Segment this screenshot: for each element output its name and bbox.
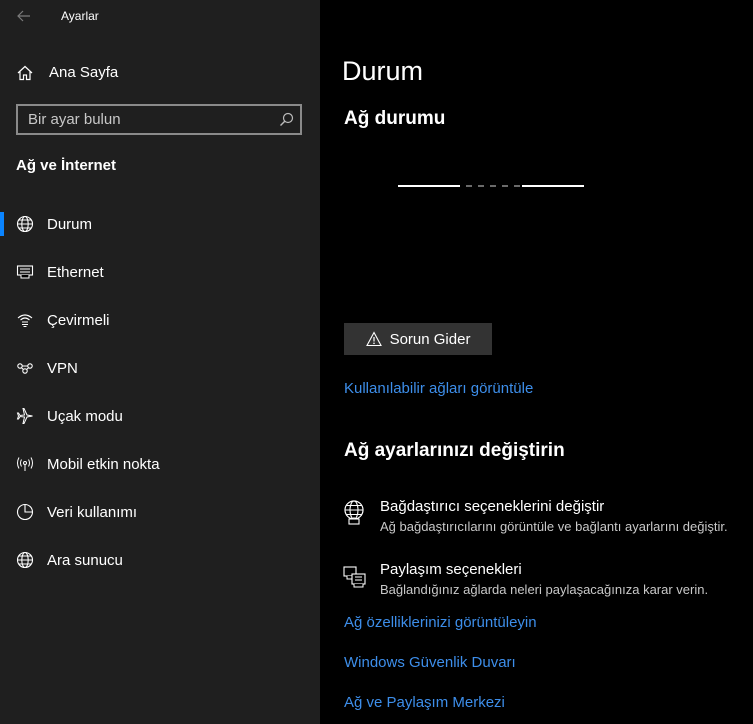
network-status-title: Ağ durumu — [344, 108, 446, 129]
sidebar-item-ara-sunucu[interactable]: Ara sunucu — [0, 536, 320, 584]
view-networks-link[interactable]: Kullanılabilir ağları görüntüle — [344, 380, 533, 397]
sidebar-item-label: VPN — [47, 360, 78, 377]
warning-icon — [365, 331, 382, 347]
network-sharing-center-link[interactable]: Ağ ve Paylaşım Merkezi — [344, 694, 505, 711]
sidebar-item-label: Durum — [47, 216, 93, 233]
adapter-options[interactable]: Bağdaştırıcı seçeneklerini değiştir Ağ b… — [342, 498, 747, 542]
sidebar-item-vpn[interactable]: VPN — [0, 344, 320, 392]
page-title: Durum — [342, 56, 424, 86]
sidebar-item-label: Veri kullanımı — [47, 504, 138, 521]
selected-indicator — [0, 212, 4, 236]
airplane-icon — [16, 408, 33, 424]
windows-firewall-link[interactable]: Windows Güvenlik Duvarı — [344, 654, 516, 671]
hotspot-icon — [17, 457, 33, 471]
globe-icon — [16, 215, 34, 233]
sidebar-item-ethernet[interactable]: Ethernet — [0, 248, 320, 296]
section-title: Ağ ve İnternet — [16, 157, 117, 174]
search-box — [16, 104, 302, 135]
back-arrow-icon — [17, 10, 30, 22]
settings-window: Ayarlar Ana Sayfa Ağ ve İnternet — [0, 0, 753, 724]
sidebar-item-label: Çevirmeli — [47, 312, 110, 329]
sidebar-item-label: Uçak modu — [47, 408, 123, 425]
sharing-icon — [343, 566, 366, 588]
dialup-icon — [17, 314, 33, 327]
nav-list: Durum Ethernet Çevirmeli VPN Uçak modu M… — [0, 200, 320, 584]
sidebar: Ayarlar Ana Sayfa Ağ ve İnternet — [0, 0, 320, 724]
sidebar-item-mobil-etkin-nokta[interactable]: Mobil etkin nokta — [0, 440, 320, 488]
troubleshoot-button[interactable]: Sorun Gider — [344, 323, 492, 355]
home-link[interactable]: Ana Sayfa — [0, 56, 320, 90]
option-description: Bağlandığınız ağlarda neleri paylaşacağı… — [380, 582, 709, 597]
title-bar: Ayarlar — [0, 0, 320, 34]
sidebar-item-veri-kullanimi[interactable]: Veri kullanımı — [0, 488, 320, 536]
sidebar-item-cevirmeli[interactable]: Çevirmeli — [0, 296, 320, 344]
option-title: Paylaşım seçenekleri — [380, 561, 522, 578]
app-title: Ayarlar — [61, 9, 99, 23]
proxy-globe-icon — [16, 551, 34, 569]
option-description: Ağ bağdaştırıcılarını görüntüle ve bağla… — [380, 519, 728, 534]
sidebar-item-ucak-modu[interactable]: Uçak modu — [0, 392, 320, 440]
network-properties-link[interactable]: Ağ özelliklerinizi görüntüleyin — [344, 614, 537, 631]
vpn-icon — [17, 363, 33, 374]
main-content: Durum Ağ durumu Sorun Gider Kullanılabil… — [320, 0, 753, 724]
sharing-options[interactable]: Paylaşım seçenekleri Bağlandığınız ağlar… — [342, 561, 747, 605]
change-settings-title: Ağ ayarlarınızı değiştirin — [344, 440, 565, 461]
back-button[interactable] — [12, 4, 36, 28]
network-status-graphic — [398, 185, 584, 187]
adapter-globe-icon — [344, 500, 364, 525]
data-usage-icon — [16, 503, 34, 521]
sidebar-item-durum[interactable]: Durum — [0, 200, 320, 248]
sidebar-item-label: Ethernet — [47, 264, 104, 281]
sidebar-item-label: Ara sunucu — [47, 552, 123, 569]
option-title: Bağdaştırıcı seçeneklerini değiştir — [380, 498, 605, 515]
sidebar-item-label: Mobil etkin nokta — [47, 456, 160, 473]
troubleshoot-label: Sorun Gider — [389, 330, 471, 348]
ethernet-icon — [16, 265, 34, 279]
home-icon — [17, 65, 33, 81]
search-input[interactable] — [18, 106, 278, 133]
search-icon[interactable] — [279, 112, 294, 127]
home-label: Ana Sayfa — [49, 64, 119, 81]
